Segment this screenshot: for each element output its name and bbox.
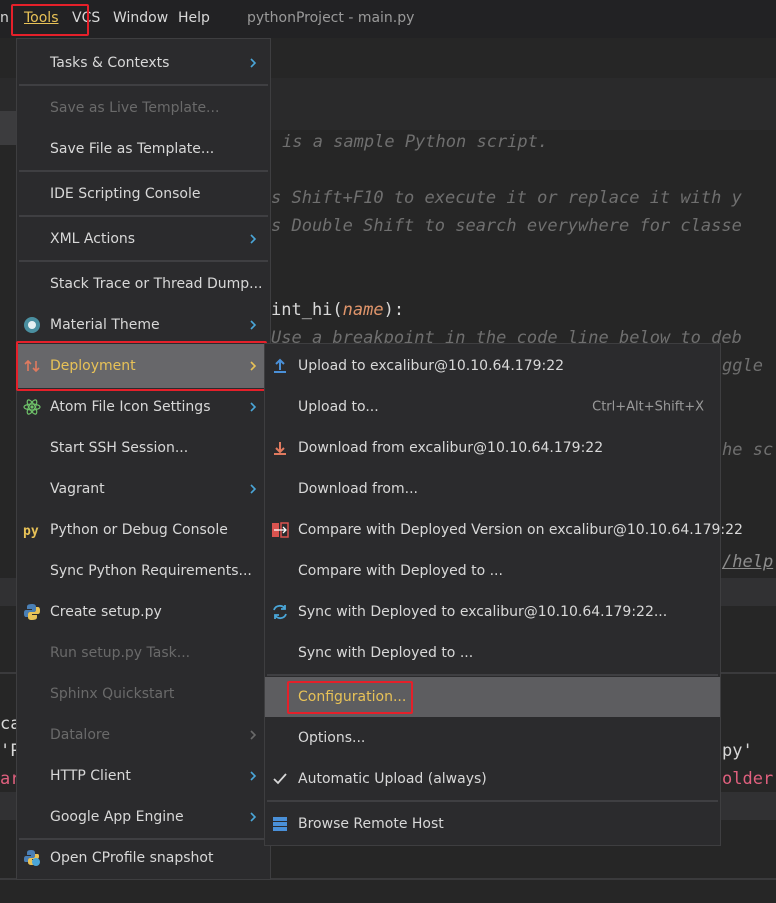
chevron-right-icon [250, 58, 257, 68]
menu-item-run-setup-task[interactable]: Run setup.py Task... [17, 633, 270, 673]
menu-item-save-file-template[interactable]: Save File as Template... [17, 129, 270, 169]
menu-item-automatic-upload[interactable]: Automatic Upload (always) [265, 759, 720, 799]
tools-menu: Tasks & Contexts Save as Live Template..… [16, 38, 271, 880]
tools-highlight-box [11, 4, 89, 36]
code-line-3: s Double Shift to search everywhere for … [271, 216, 742, 236]
code-bottom-3b: older [722, 769, 774, 789]
code-line-2: s Shift+F10 to execute it or replace it … [271, 188, 742, 208]
menu-item-tasks-contexts[interactable]: Tasks & Contexts [17, 43, 270, 83]
menu-item-xml-actions[interactable]: XML Actions [17, 219, 270, 259]
chevron-right-icon [250, 402, 257, 412]
material-theme-icon [24, 317, 40, 333]
menu-window[interactable]: Window [113, 10, 168, 26]
chevron-right-icon [250, 771, 257, 781]
shortcut-label: Ctrl+Alt+Shift+X [592, 399, 704, 415]
separator [19, 260, 268, 262]
menu-item-compare-deployed-to[interactable]: Compare with Deployed to ... [265, 551, 720, 591]
atom-icon [23, 399, 41, 415]
menu-item-save-live-template[interactable]: Save as Live Template... [17, 88, 270, 128]
chevron-right-icon [250, 234, 257, 244]
separator [267, 674, 718, 676]
separator [19, 170, 268, 172]
chevron-right-icon [250, 484, 257, 494]
menu-item-http-client[interactable]: HTTP Client [17, 756, 270, 796]
menu-item-download-excalibur[interactable]: Download from excalibur@10.10.64.179:22 [265, 428, 720, 468]
menu-item-browse-remote-host[interactable]: Browse Remote Host [265, 804, 720, 844]
separator [19, 215, 268, 217]
menu-item-download-from[interactable]: Download from... [265, 469, 720, 509]
menu-partial-left[interactable]: n [0, 10, 9, 26]
menu-item-vagrant[interactable]: Vagrant [17, 469, 270, 509]
menu-item-compare-excalibur[interactable]: Compare with Deployed Version on excalib… [265, 510, 743, 550]
code-line-1: is a sample Python script. [282, 132, 549, 152]
chevron-right-icon [250, 320, 257, 330]
sync-icon [273, 604, 287, 620]
code-def-line: int_hi(name): [271, 300, 405, 320]
param-name: name [342, 300, 384, 320]
configuration-highlight-box [287, 681, 413, 714]
code-line-6: ggle [722, 356, 763, 376]
menu-item-upload-excalibur[interactable]: Upload to excalibur@10.10.64.179:22 [265, 346, 720, 386]
menu-help[interactable]: Help [178, 10, 210, 26]
menu-item-sync-deployed-to[interactable]: Sync with Deployed to ... [265, 633, 720, 673]
svg-text:py: py [23, 524, 39, 539]
upload-icon [274, 358, 286, 373]
menu-item-ide-scripting-console[interactable]: IDE Scripting Console [17, 174, 270, 214]
menubar: n Tools VCS Window Help pythonProject - … [0, 0, 776, 38]
menu-item-python-console[interactable]: py Python or Debug Console [17, 510, 270, 550]
chevron-right-icon [250, 812, 257, 822]
cprofile-icon [24, 850, 40, 866]
chevron-right-icon [250, 730, 257, 740]
menu-item-create-setup[interactable]: Create setup.py [17, 592, 270, 632]
code-line-7: he sc [722, 440, 774, 460]
menu-item-upload-to[interactable]: Upload to... Ctrl+Alt+Shift+X [265, 387, 720, 427]
checkmark-icon [273, 773, 287, 785]
menu-item-sync-excalibur[interactable]: Sync with Deployed to excalibur@10.10.64… [265, 592, 720, 632]
menu-item-start-ssh[interactable]: Start SSH Session... [17, 428, 270, 468]
separator [19, 84, 268, 86]
separator [267, 800, 718, 802]
menu-item-google-app-engine[interactable]: Google App Engine [17, 797, 270, 837]
code-link: /help [722, 552, 774, 572]
menu-item-atom-file-icon[interactable]: Atom File Icon Settings [17, 387, 270, 427]
python-logo-icon [24, 604, 40, 620]
compare-icon [272, 522, 289, 538]
menu-item-sphinx-quickstart[interactable]: Sphinx Quickstart [17, 674, 270, 714]
window-title: pythonProject - main.py [247, 10, 415, 26]
deployment-highlight-box [16, 341, 267, 391]
menu-item-open-cprofile[interactable]: Open CProfile snapshot [17, 838, 270, 878]
deployment-submenu: Upload to excalibur@10.10.64.179:22 Uplo… [264, 343, 743, 846]
menu-item-sync-requirements[interactable]: Sync Python Requirements... [17, 551, 270, 591]
function-name: int_hi [271, 300, 333, 320]
menu-item-options[interactable]: Options... [265, 718, 720, 758]
menu-item-stack-trace[interactable]: Stack Trace or Thread Dump... [17, 264, 270, 304]
python-console-icon: py [23, 524, 39, 539]
remote-host-icon [273, 817, 287, 831]
download-icon [274, 442, 286, 455]
code-bottom-2b: py' [722, 741, 753, 761]
menu-item-material-theme[interactable]: Material Theme [17, 305, 270, 345]
menu-item-datalore[interactable]: Datalore [17, 715, 270, 755]
